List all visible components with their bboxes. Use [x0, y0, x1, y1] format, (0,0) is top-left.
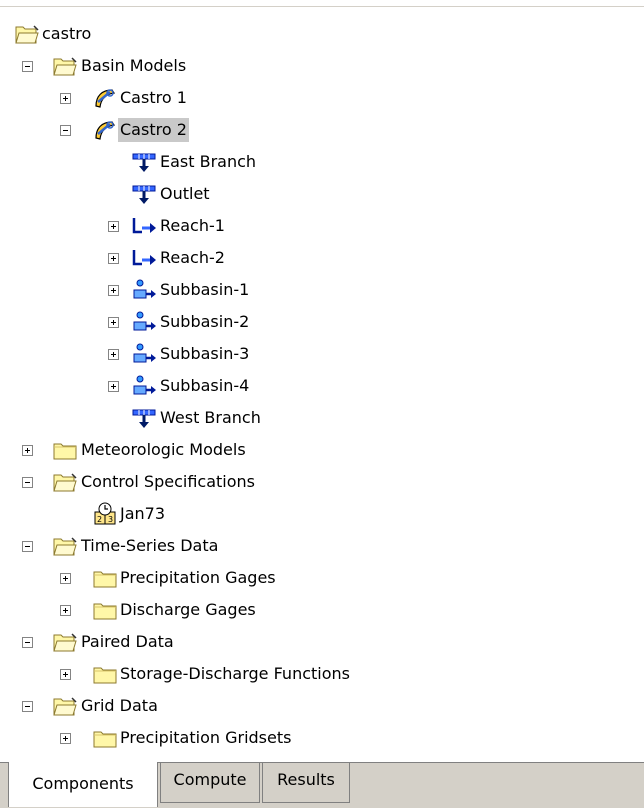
- expand-toggle[interactable]: [108, 285, 119, 296]
- junction-icon: [131, 406, 157, 430]
- top-border: [0, 6, 644, 7]
- collapse-toggle[interactable]: [22, 541, 33, 552]
- tree-node-grid-data[interactable]: Grid Data: [0, 690, 644, 722]
- tree-node-subbasin-1[interactable]: Subbasin-1: [0, 274, 644, 306]
- tree-node-basin-models[interactable]: Basin Models: [0, 50, 644, 82]
- node-label: Subbasin-2: [160, 312, 250, 331]
- open-folder-icon: [52, 534, 78, 558]
- tree-node-jan73[interactable]: Jan73: [0, 498, 644, 530]
- collapse-toggle[interactable]: [22, 61, 33, 72]
- node-label: Discharge Gages: [120, 600, 256, 619]
- node-label: Meteorologic Models: [81, 440, 246, 459]
- expand-toggle[interactable]: [60, 605, 71, 616]
- subbasin-icon: [131, 374, 157, 398]
- node-label: Control Specifications: [81, 472, 255, 491]
- node-label: Time-Series Data: [81, 536, 219, 555]
- tree-node-time-series-data[interactable]: Time-Series Data: [0, 530, 644, 562]
- expand-toggle[interactable]: [60, 669, 71, 680]
- tree-node-outlet[interactable]: Outlet: [0, 178, 644, 210]
- tree-node-control-specifications[interactable]: Control Specifications: [0, 466, 644, 498]
- reach-icon: [131, 214, 157, 238]
- expand-toggle[interactable]: [60, 733, 71, 744]
- node-label: West Branch: [160, 408, 261, 427]
- tree-node-meteorologic-models[interactable]: Meteorologic Models: [0, 434, 644, 466]
- tree-node-precipitation-gridsets[interactable]: Precipitation Gridsets: [0, 722, 644, 754]
- node-label: Outlet: [160, 184, 210, 203]
- expand-toggle[interactable]: [60, 573, 71, 584]
- tree-node-discharge-gages[interactable]: Discharge Gages: [0, 594, 644, 626]
- node-label-selected: Castro 2: [118, 118, 189, 142]
- node-label: Reach-2: [160, 248, 225, 267]
- components-panel: castro Basin Models Castro 1 Castro 2 Ea…: [0, 0, 644, 808]
- subbasin-icon: [131, 342, 157, 366]
- expand-toggle[interactable]: [108, 349, 119, 360]
- collapse-toggle[interactable]: [60, 125, 71, 136]
- junction-icon: [131, 182, 157, 206]
- control-spec-icon: [92, 502, 118, 526]
- junction-icon: [131, 150, 157, 174]
- expand-toggle[interactable]: [108, 253, 119, 264]
- tree-node-subbasin-2[interactable]: Subbasin-2: [0, 306, 644, 338]
- tree-node-subbasin-3[interactable]: Subbasin-3: [0, 338, 644, 370]
- node-label: Precipitation Gages: [120, 568, 276, 587]
- tab-compute[interactable]: Compute: [160, 763, 260, 803]
- tree-node-east-branch[interactable]: East Branch: [0, 146, 644, 178]
- open-folder-icon: [52, 630, 78, 654]
- expand-toggle[interactable]: [108, 317, 119, 328]
- collapse-toggle[interactable]: [22, 477, 33, 488]
- subbasin-icon: [131, 310, 157, 334]
- folder-icon: [92, 598, 118, 622]
- folder-icon: [92, 662, 118, 686]
- collapse-toggle[interactable]: [22, 637, 33, 648]
- tree-node-precipitation-gages[interactable]: Precipitation Gages: [0, 562, 644, 594]
- folder-icon: [52, 438, 78, 462]
- node-label: Paired Data: [81, 632, 174, 651]
- open-folder-icon: [52, 470, 78, 494]
- subbasin-icon: [131, 278, 157, 302]
- bottom-tab-bar: Components Compute Results: [0, 762, 644, 808]
- node-label: Basin Models: [81, 56, 187, 75]
- tree-node-castro[interactable]: castro: [0, 18, 644, 50]
- basin-model-icon: [92, 118, 118, 142]
- open-folder-icon: [52, 694, 78, 718]
- folder-icon: [92, 566, 118, 590]
- tree-node-castro-1[interactable]: Castro 1: [0, 82, 644, 114]
- expand-toggle[interactable]: [22, 445, 33, 456]
- tree-node-subbasin-4[interactable]: Subbasin-4: [0, 370, 644, 402]
- open-folder-icon: [14, 22, 40, 46]
- tab-components[interactable]: Components: [8, 762, 158, 807]
- tree-node-reach-1[interactable]: Reach-1: [0, 210, 644, 242]
- collapse-toggle[interactable]: [22, 701, 33, 712]
- expand-toggle[interactable]: [108, 381, 119, 392]
- node-label: Precipitation Gridsets: [120, 728, 292, 747]
- node-label: Subbasin-4: [160, 376, 250, 395]
- reach-icon: [131, 246, 157, 270]
- node-label: Subbasin-3: [160, 344, 250, 363]
- expand-toggle[interactable]: [108, 221, 119, 232]
- basin-model-icon: [92, 86, 118, 110]
- node-label: East Branch: [160, 152, 257, 171]
- tree-node-west-branch[interactable]: West Branch: [0, 402, 644, 434]
- node-label: Grid Data: [81, 696, 158, 715]
- tab-results[interactable]: Results: [262, 763, 350, 803]
- folder-icon: [92, 726, 118, 750]
- tree-node-storage-discharge-functions[interactable]: Storage-Discharge Functions: [0, 658, 644, 690]
- expand-toggle[interactable]: [60, 93, 71, 104]
- open-folder-icon: [52, 54, 78, 78]
- tree-node-reach-2[interactable]: Reach-2: [0, 242, 644, 274]
- node-label: Jan73: [120, 504, 166, 523]
- tree-node-castro-2[interactable]: Castro 2: [0, 114, 644, 146]
- node-label: Storage-Discharge Functions: [120, 664, 350, 683]
- node-label: castro: [42, 24, 92, 43]
- node-label: Subbasin-1: [160, 280, 250, 299]
- node-label: Reach-1: [160, 216, 225, 235]
- tree-node-paired-data[interactable]: Paired Data: [0, 626, 644, 658]
- node-label: Castro 1: [120, 88, 187, 107]
- component-tree: castro Basin Models Castro 1 Castro 2 Ea…: [0, 18, 644, 758]
